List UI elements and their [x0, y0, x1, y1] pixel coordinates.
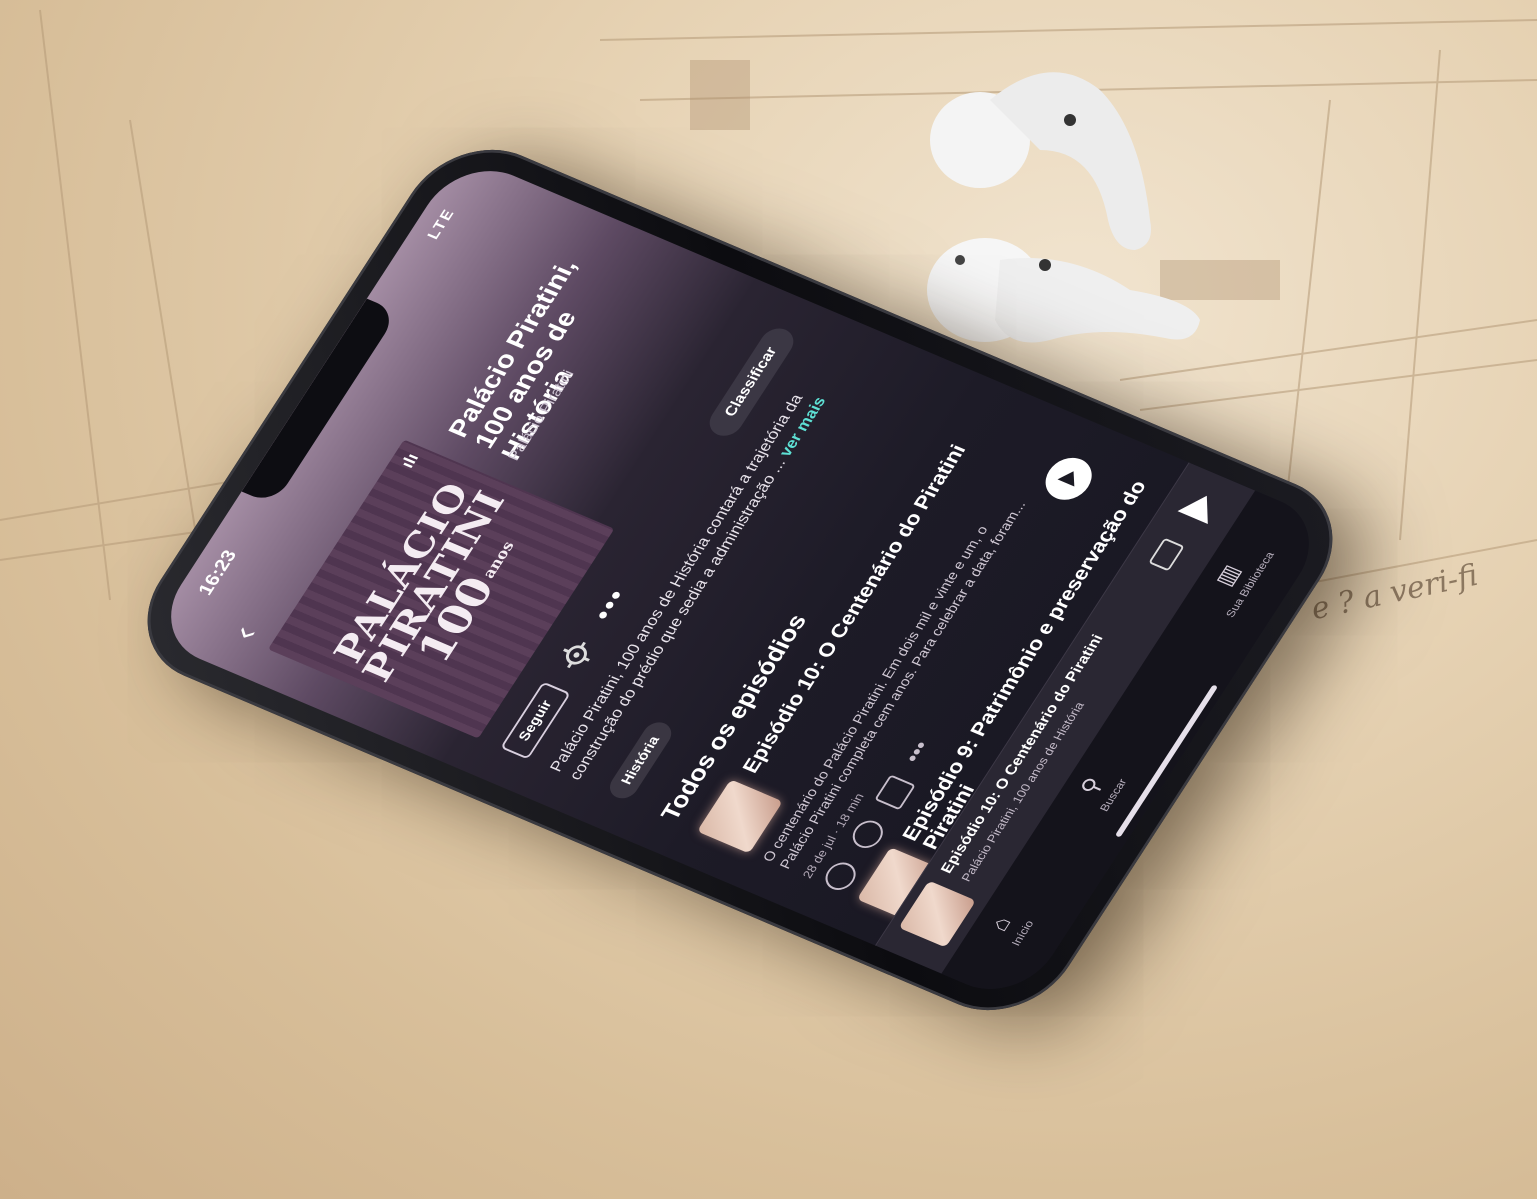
mini-play-icon[interactable] — [1177, 489, 1222, 524]
back-button[interactable]: ‹ — [223, 620, 264, 645]
episode-more-icon[interactable]: ••• — [900, 733, 943, 769]
cover-title: PALÁCIO PIRATINI 100anos — [318, 461, 555, 713]
photo-scene: e ? a veri-fi 16:23 LTE ‹ ılı PALÁCIO PI… — [0, 0, 1537, 1199]
play-icon[interactable] — [1036, 451, 1101, 507]
devices-icon[interactable] — [1148, 537, 1185, 572]
earbuds-image — [927, 72, 1200, 343]
status-time: 16:23 — [194, 547, 241, 599]
gear-icon[interactable] — [553, 635, 600, 676]
spotify-logo-icon: ılı — [397, 450, 423, 471]
download-icon[interactable] — [847, 816, 889, 853]
share-icon[interactable] — [874, 774, 916, 811]
status-network: LTE — [424, 206, 459, 242]
podcast-title: Palácio Piratini, 100 anos de História — [442, 255, 583, 464]
add-icon[interactable] — [819, 858, 862, 895]
more-options-icon[interactable]: ••• — [587, 584, 632, 625]
cover-anos: anos — [479, 539, 518, 581]
